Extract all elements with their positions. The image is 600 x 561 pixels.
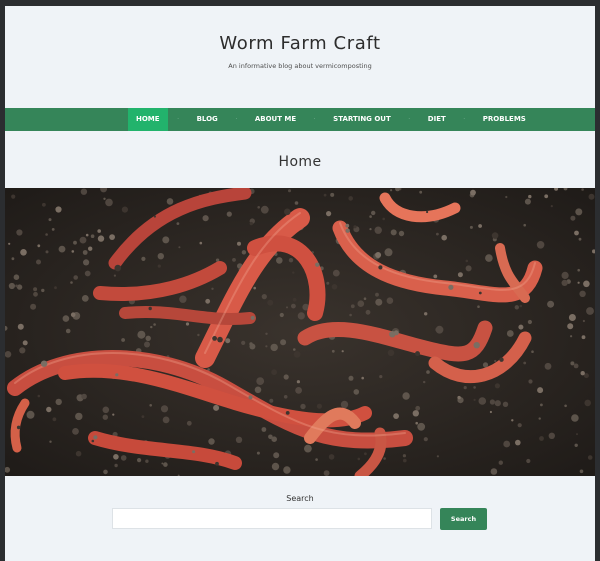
nav-separator: · — [176, 115, 180, 123]
earthworms-in-soil-illustration — [5, 188, 595, 476]
page-title: Home — [278, 154, 322, 170]
nav-item-about-me[interactable]: ABOUT ME — [247, 108, 304, 131]
nav-separator: · — [408, 115, 411, 123]
site-title[interactable]: Worm Farm Craft — [5, 6, 595, 54]
nav-separator: · — [313, 115, 316, 123]
site-header: Worm Farm Craft An informative blog abou… — [5, 6, 595, 108]
page-frame: Worm Farm Craft An informative blog abou… — [5, 6, 595, 561]
nav-item-diet[interactable]: DIET — [420, 108, 454, 131]
nav-separator: · — [463, 115, 466, 123]
hero-image — [5, 188, 595, 476]
search-area: Search Search — [5, 476, 595, 561]
main-nav: HOME · BLOG · ABOUT ME · STARTING OUT · … — [5, 108, 595, 131]
nav-item-starting-out[interactable]: STARTING OUT — [325, 108, 399, 131]
site-tagline: An informative blog about vermicompostin… — [228, 62, 372, 70]
search-input[interactable] — [112, 508, 432, 529]
nav-item-blog[interactable]: BLOG — [189, 108, 226, 131]
search-button[interactable]: Search — [440, 508, 487, 530]
nav-item-home[interactable]: HOME — [128, 108, 168, 131]
search-label: Search — [286, 494, 314, 503]
nav-separator: · — [235, 115, 238, 123]
nav-item-problems[interactable]: PROBLEMS — [475, 108, 534, 131]
